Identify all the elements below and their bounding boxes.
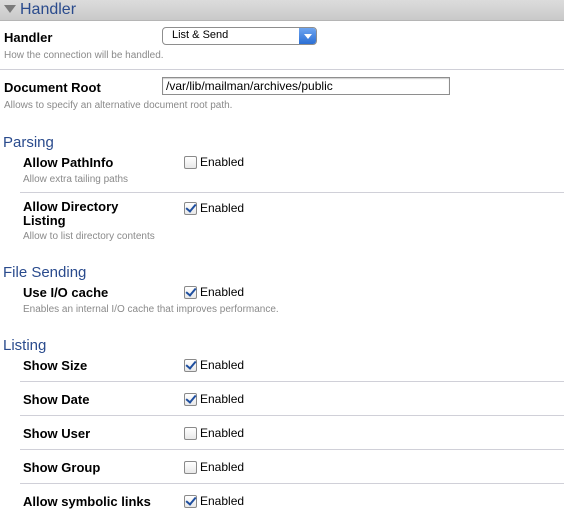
divider	[20, 415, 564, 416]
iocache-label: Use I/O cache	[23, 285, 109, 300]
dropdown-arrow-icon[interactable]	[299, 28, 316, 44]
symlinks-checkbox[interactable]	[184, 495, 197, 508]
docroot-hint: Allows to specify an alternative documen…	[4, 100, 233, 111]
iocache-hint: Enables an internal I/O cache that impro…	[23, 304, 279, 315]
dirlist-hint: Allow to list directory contents	[23, 231, 155, 242]
docroot-input[interactable]	[162, 77, 450, 95]
dirlist-checkbox[interactable]	[184, 202, 197, 215]
show-date-checkbox-label[interactable]: Enabled	[200, 392, 244, 406]
show-user-checkbox[interactable]	[184, 427, 197, 440]
show-date-checkbox[interactable]	[184, 393, 197, 406]
symlinks-label: Allow symbolic links	[23, 494, 151, 509]
handler-label: Handler	[4, 30, 53, 45]
pathinfo-checkbox-label[interactable]: Enabled	[200, 155, 244, 169]
pathinfo-hint: Allow extra tailing paths	[23, 174, 129, 185]
dirlist-label-line1: Allow Directory	[23, 199, 119, 214]
handler-select[interactable]: List & Send	[162, 27, 317, 45]
pathinfo-checkbox[interactable]	[184, 156, 197, 169]
iocache-checkbox[interactable]	[184, 286, 197, 299]
show-group-label: Show Group	[23, 460, 101, 475]
show-date-label: Show Date	[23, 392, 90, 407]
show-size-label: Show Size	[23, 358, 88, 373]
symlinks-checkbox-label[interactable]: Enabled	[200, 494, 244, 508]
show-group-checkbox-label[interactable]: Enabled	[200, 460, 244, 474]
dirlist-checkbox-label[interactable]: Enabled	[200, 201, 244, 215]
section-header-handler[interactable]: Handler	[0, 0, 564, 21]
section-title-file-sending: File Sending	[3, 264, 87, 281]
divider	[20, 381, 564, 382]
handler-select-value: List & Send	[172, 29, 229, 41]
divider	[20, 449, 564, 450]
divider	[20, 483, 564, 484]
dirlist-label-line2: Listing	[23, 213, 66, 228]
iocache-checkbox-label[interactable]: Enabled	[200, 285, 244, 299]
show-user-label: Show User	[23, 426, 91, 441]
divider	[20, 192, 564, 193]
section-header-title: Handler	[20, 1, 77, 18]
handler-hint: How the connection will be handled.	[4, 50, 164, 61]
collapse-triangle-icon[interactable]	[4, 5, 16, 13]
show-user-checkbox-label[interactable]: Enabled	[200, 426, 244, 440]
pathinfo-label: Allow PathInfo	[23, 155, 114, 170]
docroot-label: Document Root	[4, 80, 101, 95]
show-size-checkbox[interactable]	[184, 359, 197, 372]
section-title-listing: Listing	[3, 337, 47, 354]
section-title-parsing: Parsing	[3, 134, 54, 151]
show-size-checkbox-label[interactable]: Enabled	[200, 358, 244, 372]
divider	[0, 69, 564, 70]
show-group-checkbox[interactable]	[184, 461, 197, 474]
